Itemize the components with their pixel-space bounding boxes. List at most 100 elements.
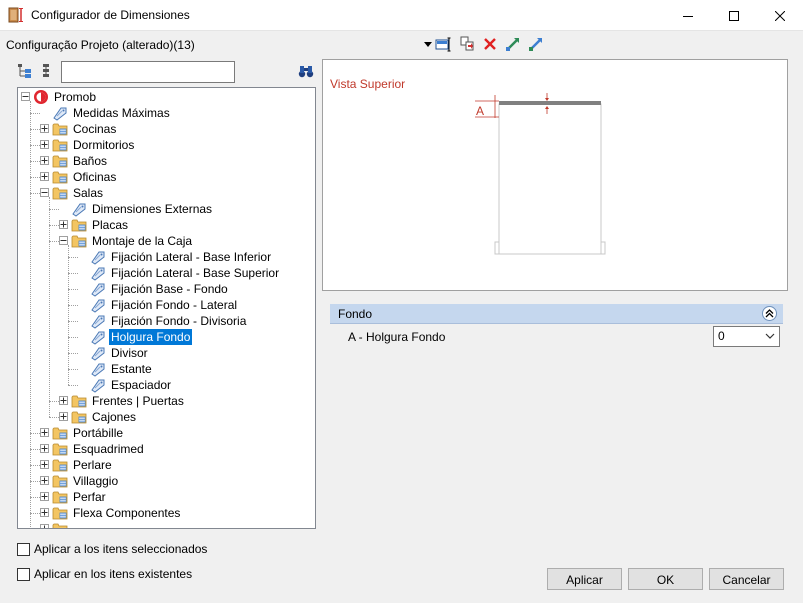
tree-item[interactable] (52, 521, 75, 528)
folder-grid-icon (71, 217, 87, 233)
expand-node-icon[interactable] (59, 220, 68, 229)
holgura-fondo-select[interactable]: 0 (713, 326, 780, 347)
expand-node-icon[interactable] (59, 396, 68, 405)
tree-item[interactable]: Frentes | Puertas (71, 393, 186, 409)
tag-icon (71, 201, 87, 217)
tree-item-label: Salas (73, 186, 104, 200)
tree-item[interactable]: Holgura Fondo (90, 329, 193, 345)
folder-grid-icon (52, 505, 68, 521)
tree-item[interactable]: Dimensiones Externas (71, 201, 214, 217)
holgura-fondo-value: 0 (718, 329, 725, 343)
chevron-down-icon (765, 333, 775, 339)
import-config-button[interactable] (504, 35, 522, 53)
tree-item-label: Placas (92, 218, 129, 232)
ok-button[interactable]: OK (628, 568, 703, 590)
tag-icon (52, 105, 68, 121)
tree-item[interactable]: Cajones (71, 409, 138, 425)
tree-item[interactable]: Medidas Máximas (52, 105, 172, 121)
collapse-node-icon[interactable] (59, 236, 68, 245)
apply-existing-option[interactable]: Aplicar en los itens existentes (17, 567, 192, 581)
tree-item[interactable]: Flexa Componentes (52, 505, 182, 521)
tree-item[interactable]: Baños (52, 153, 109, 169)
expand-node-icon[interactable] (40, 492, 49, 501)
expand-node-icon[interactable] (40, 156, 49, 165)
tree-item[interactable]: Villaggio (52, 473, 120, 489)
edit-config-button[interactable] (434, 35, 452, 53)
tree-item[interactable]: Espaciador (90, 377, 173, 393)
tree-item[interactable]: Placas (71, 217, 130, 233)
tree-connector (49, 225, 59, 226)
tree-item-label: Cajones (92, 410, 137, 424)
tree-panel[interactable]: Promob Medidas Máximas Cocinas Dormitorios B… (17, 87, 316, 529)
tree-item[interactable]: Fijación Lateral - Base Inferior (90, 249, 273, 265)
property-group-header[interactable]: Fondo (330, 304, 783, 324)
tag-icon (90, 265, 106, 281)
tree-connector (30, 513, 40, 514)
tree-item[interactable]: Fijación Fondo - Lateral (90, 297, 239, 313)
expand-node-icon[interactable] (40, 524, 49, 528)
folder-grid-icon (52, 185, 68, 201)
tree-connector (30, 161, 40, 162)
tree-item-label: Esquadrimed (73, 442, 144, 456)
tree-connector (30, 177, 40, 178)
folder-grid-icon (71, 393, 87, 409)
close-button[interactable] (757, 0, 803, 31)
tree-item[interactable]: Dormitorios (52, 137, 136, 153)
expand-node-icon[interactable] (40, 476, 49, 485)
export-config-button[interactable] (527, 35, 545, 53)
tree-item[interactable]: Fijación Base - Fondo (90, 281, 230, 297)
tree-item[interactable]: Esquadrimed (52, 441, 146, 457)
expand-node-icon[interactable] (40, 172, 49, 181)
tree-item[interactable]: Perfar (52, 489, 108, 505)
tree-connector (30, 129, 40, 130)
tree-item-label: Perfar (73, 490, 106, 504)
apply-selected-checkbox[interactable] (17, 542, 30, 556)
collapse-node-icon[interactable] (40, 188, 49, 197)
cancel-button[interactable]: Cancelar (709, 568, 784, 590)
configuration-label: Configuração Projeto (alterado)(13) (6, 38, 195, 52)
expand-node-icon[interactable] (40, 140, 49, 149)
folder-grid-icon (71, 409, 87, 425)
collapse-tree-icon[interactable] (39, 63, 55, 79)
tree-item[interactable]: Portábille (52, 425, 125, 441)
minimize-button[interactable] (665, 0, 711, 31)
expand-node-icon[interactable] (59, 412, 68, 421)
import-icon (506, 38, 519, 51)
expand-node-icon[interactable] (40, 428, 49, 437)
collapse-group-button[interactable] (762, 306, 777, 321)
copy-config-button[interactable] (458, 35, 476, 53)
promob-logo-icon (33, 89, 49, 105)
tree-item[interactable]: Perlare (52, 457, 114, 473)
apply-existing-checkbox[interactable] (17, 567, 30, 581)
tree-item[interactable]: Estante (90, 361, 154, 377)
maximize-button[interactable] (711, 0, 757, 31)
apply-selected-option[interactable]: Aplicar a los itens seleccionados (17, 542, 207, 556)
collapse-node-icon[interactable] (21, 92, 30, 101)
tree-item-label: Frentes | Puertas (92, 394, 184, 408)
edit-config-icon (435, 37, 451, 52)
tag-icon (90, 297, 106, 313)
tree-item[interactable]: Montaje de la Caja (71, 233, 194, 249)
binoculars-icon[interactable] (298, 63, 314, 79)
tree-item[interactable]: Fijación Lateral - Base Superior (90, 265, 281, 281)
tree-item[interactable]: Cocinas (52, 121, 118, 137)
tree-item[interactable]: Promob (33, 89, 98, 105)
folder-grid-icon (52, 457, 68, 473)
tree-item[interactable]: Fijación Fondo - Divisoria (90, 313, 248, 329)
expand-node-icon[interactable] (40, 508, 49, 517)
expand-node-icon[interactable] (40, 124, 49, 133)
tree-connector (68, 385, 78, 386)
delete-config-button[interactable] (481, 35, 499, 53)
tree-connector (68, 289, 78, 290)
expand-node-icon[interactable] (40, 460, 49, 469)
expand-tree-icon[interactable] (17, 63, 33, 79)
tree-connector (30, 449, 40, 450)
tree-search-input[interactable] (61, 61, 235, 83)
tree-item[interactable]: Salas (52, 185, 105, 201)
apply-button[interactable]: Aplicar (547, 568, 622, 590)
view-title: Vista Superior (330, 77, 406, 91)
tree-item[interactable]: Oficinas (52, 169, 118, 185)
tree-item[interactable]: Divisor (90, 345, 150, 361)
tree-item-label: Fijación Fondo - Lateral (111, 298, 238, 312)
expand-node-icon[interactable] (40, 444, 49, 453)
